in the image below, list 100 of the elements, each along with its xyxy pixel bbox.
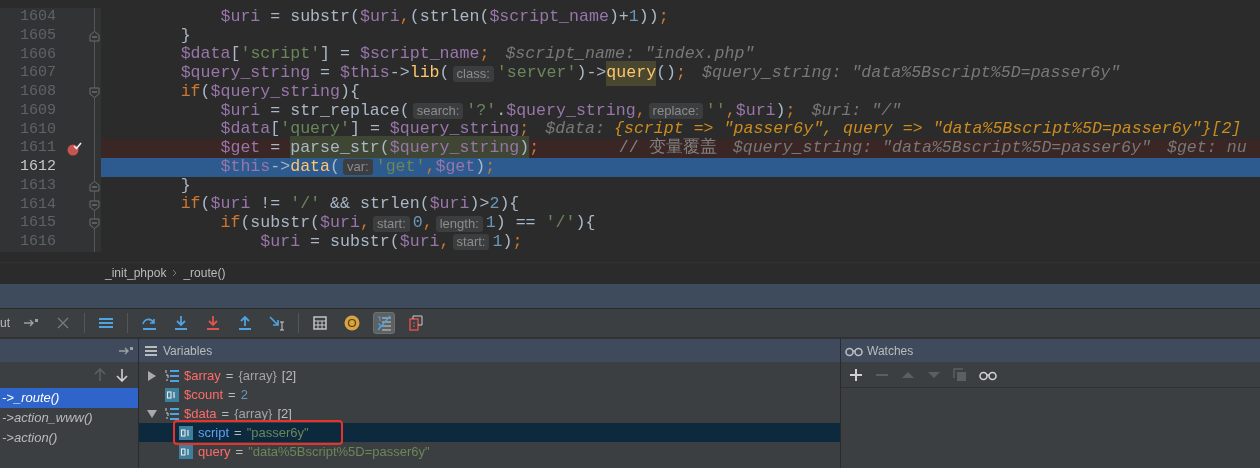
frame-item[interactable]: ->_route() <box>0 388 138 408</box>
list-icon <box>145 344 157 357</box>
inline-debug-value: $data: <box>545 118 605 141</box>
code-text: $uri <box>399 231 440 253</box>
variable-type: {array} <box>238 366 277 385</box>
code-text: '/' <box>545 212 576 235</box>
equals-sign: = <box>235 442 244 461</box>
code-text: $data <box>180 43 231 65</box>
inline-debug-value: $get: nu <box>1166 137 1247 160</box>
down-arrow-icon[interactable] <box>116 368 128 382</box>
code-text: } <box>180 174 191 196</box>
code-text: $uri <box>359 5 400 28</box>
equals-sign: = <box>221 404 230 423</box>
code-text: , <box>399 5 410 28</box>
code-text: [ <box>230 43 241 65</box>
code-text: $query_string <box>506 99 636 121</box>
code-text: query <box>606 61 657 87</box>
code-text: ] = <box>320 43 351 65</box>
code-text: '?' <box>466 99 497 121</box>
variable-name: $count <box>184 385 224 404</box>
code-text: if <box>220 212 241 235</box>
parameter-hint: search: <box>412 103 464 120</box>
variable-name: query <box>198 442 231 461</box>
code-text: . <box>496 99 507 121</box>
panel-title: Watches <box>867 342 914 360</box>
code-text: ; <box>529 137 540 160</box>
code-text: ( <box>439 62 450 85</box>
panel-title: Variables <box>163 342 213 360</box>
variable-value: [2] <box>281 366 297 385</box>
code-text: ; <box>658 5 669 28</box>
inline-debug-value: $uri: "/" <box>811 99 902 121</box>
code-text: ) <box>775 99 786 121</box>
frame-item[interactable]: ->action() <box>0 428 138 448</box>
code-text: ; <box>785 99 796 121</box>
breadcrumb[interactable]: _init_phpok <box>105 264 167 282</box>
inline-debug-value: $query_string: "data%5Bscript%5D=passer6y" <box>732 137 1151 160</box>
value-icon <box>165 387 179 402</box>
equals-sign: = <box>234 423 242 442</box>
code-text: $script_name <box>489 5 609 28</box>
code-text: = substr( <box>269 5 360 28</box>
code-text: if <box>180 193 201 216</box>
code-text: 1 <box>628 5 639 28</box>
code-text: ; <box>479 43 490 66</box>
code-text: $data <box>220 118 271 140</box>
collapsed-arrow-icon[interactable] <box>147 370 157 381</box>
variable-value: "passer6y" <box>246 423 309 442</box>
code-text: , <box>635 99 646 121</box>
code-text: ){ <box>575 212 596 235</box>
breadcrumb[interactable]: _route() <box>183 264 226 282</box>
code-text: -> <box>389 62 410 85</box>
variable-name: $array <box>184 366 221 385</box>
fold-marker-icon[interactable] <box>89 30 100 42</box>
code-text: } <box>180 24 191 46</box>
code-text: )) <box>638 5 659 28</box>
code-text: lib <box>409 62 440 85</box>
code-text: $uri <box>210 193 251 215</box>
code-text: 'server' <box>496 62 577 85</box>
code-text: )-> <box>576 62 607 85</box>
code-text: $uri <box>735 99 776 121</box>
array-icon <box>165 406 179 421</box>
code-text: ; <box>676 62 686 85</box>
variable-value: 2 <box>240 385 248 404</box>
code-text: $uri <box>220 5 261 28</box>
fold-marker-icon[interactable] <box>89 87 100 98</box>
code-text: , <box>439 231 450 253</box>
code-text: 2 <box>489 193 500 215</box>
array-icon <box>165 368 179 383</box>
fold-marker-icon[interactable] <box>89 199 100 211</box>
value-icon <box>179 425 193 440</box>
parameter-hint: length: <box>435 215 483 232</box>
fold-marker-icon[interactable] <box>89 180 100 192</box>
parameter-hint: replace: <box>648 103 703 120</box>
variable-name: script <box>198 423 230 442</box>
variable-name: $data <box>184 404 217 423</box>
expanded-arrow-icon[interactable] <box>147 408 157 419</box>
breakpoint-icon[interactable] <box>66 141 82 156</box>
code-comment: // 变量覆盖 <box>618 136 717 160</box>
parameter-hint: class: <box>452 65 494 82</box>
add-icon[interactable] <box>849 367 863 382</box>
code-text: ( <box>200 193 211 216</box>
code-text: , <box>725 99 736 121</box>
frame-item[interactable]: ->action_www() <box>0 408 138 428</box>
code-text: '/' <box>290 193 321 215</box>
code-text: (strlen( <box>409 5 490 28</box>
code-text: ){ <box>499 193 520 215</box>
equals-sign: = <box>228 385 236 404</box>
code-text: 0 <box>412 212 423 234</box>
parameter-hint: var: <box>343 159 373 176</box>
fold-marker-icon[interactable] <box>89 218 100 230</box>
variable-value: "data%5Bscript%5D=passer6y" <box>248 442 430 461</box>
selected-variable-row[interactable]: script = "passer6y" <box>139 423 840 442</box>
code-text: && strlen( <box>329 193 430 215</box>
tab-label[interactable]: ut <box>0 314 10 332</box>
parameter-hint: start: <box>372 215 410 232</box>
chevron-icon <box>172 269 178 277</box>
inline-debug-value: $query_string: "data%5Bscript%5D=passer6y" <box>702 62 1121 85</box>
code-text: 'script' <box>240 43 321 65</box>
code-text: )+ <box>608 5 629 28</box>
parameter-hint: start: <box>452 234 490 251</box>
equals-sign: = <box>225 366 234 385</box>
